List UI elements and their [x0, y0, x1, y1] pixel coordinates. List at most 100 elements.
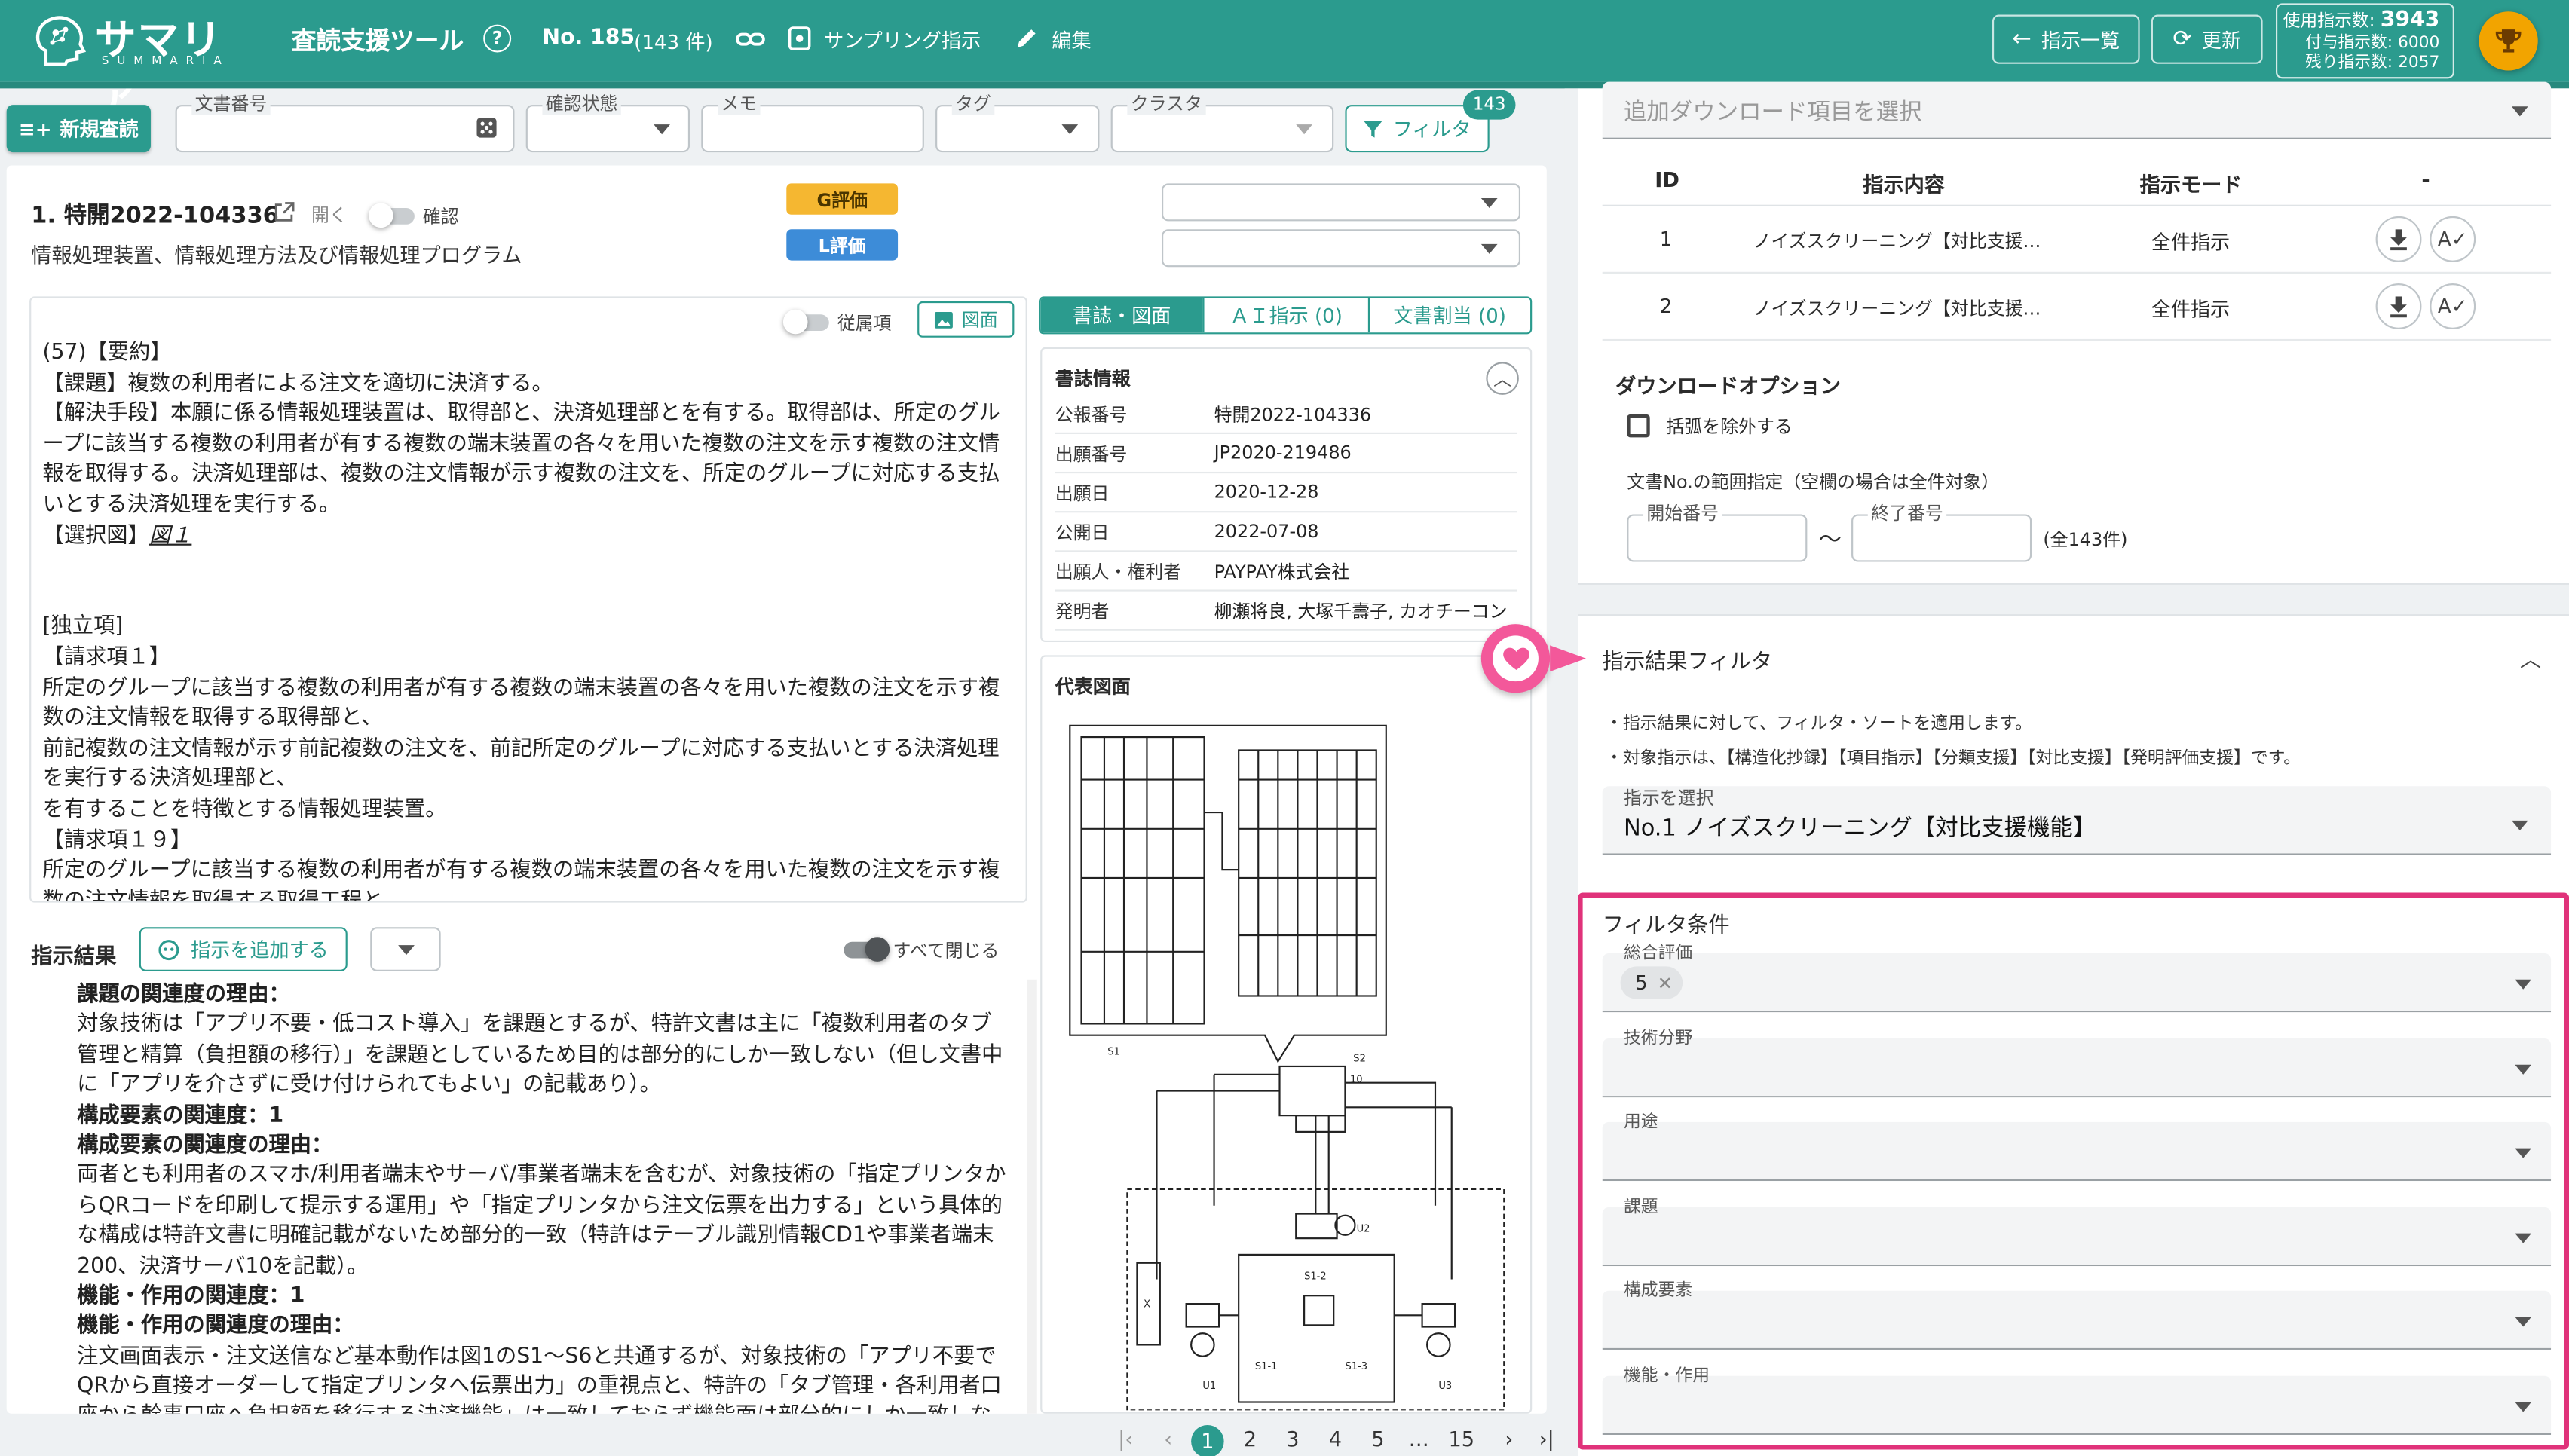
open-label[interactable]: 開く [311, 201, 348, 228]
help-icon[interactable]: ? [483, 24, 512, 53]
prev-page-icon[interactable]: ‹ [1153, 1427, 1183, 1451]
refresh-button[interactable]: ⟳ 更新 [2151, 14, 2263, 64]
right-tabs: 書誌・図面 ＡＩ指示 (0) 文書割当 (0) [1038, 296, 1533, 335]
results-dropdown-caret-icon [398, 945, 415, 956]
logo[interactable]: サマリア SUMMARIA [32, 13, 262, 123]
next-page-icon[interactable]: › [1494, 1427, 1523, 1451]
l-eval-badge[interactable]: L評価 [786, 229, 899, 261]
image-icon [934, 310, 953, 328]
refresh-icon: ⟳ [2172, 26, 2192, 53]
page-number[interactable]: 5 [1363, 1427, 1392, 1451]
filter-field-caret-icon [2515, 1233, 2532, 1243]
open-external-icon[interactable] [274, 201, 295, 222]
abstract-line: を実行する決済処理部と、 [42, 766, 298, 792]
edit-pencil-icon[interactable] [1014, 26, 1039, 51]
abstract-line: 報を取得する。決済処理部は、複数の注文情報が示す複数の注文を、所定のグループに対… [42, 462, 1000, 488]
filter-field[interactable] [1602, 1375, 2552, 1435]
memo-label: メモ [717, 94, 761, 115]
result-text-line: 注文画面表示・注文送信など基本動作は図1のS1〜S6と共通するが、対象技術の「ア… [77, 1344, 997, 1369]
download-icon[interactable] [2375, 283, 2422, 329]
last-page-icon[interactable]: ›| [1532, 1427, 1561, 1451]
robot-icon [159, 939, 180, 960]
filter-field-caret-icon [2515, 1063, 2532, 1074]
g-eval-select[interactable] [1162, 183, 1521, 222]
confirm-toggle[interactable] [369, 203, 415, 228]
filter-field[interactable] [1602, 1038, 2552, 1097]
abstract-line: 所定のグループに該当する複数の利用者が有する複数の端末装置の各々を用いた複数の注… [42, 858, 1000, 883]
sampling-icon[interactable] [788, 26, 811, 51]
add-instruction-button[interactable]: 指示を追加する [139, 927, 348, 971]
page-number[interactable]: 4 [1321, 1427, 1350, 1451]
results-title: 指示結果 [31, 945, 117, 970]
abstract-line: 【請求項１】 [42, 645, 171, 670]
usage-remaining-value: 2057 [2398, 54, 2440, 72]
usage-box: 使用指示数: 3943 付与指示数: 6000 残り指示数: 2057 [2275, 3, 2454, 79]
edit-link[interactable]: 編集 [1052, 26, 1091, 54]
filter-field[interactable] [1602, 1291, 2552, 1350]
close-all-toggle[interactable] [844, 937, 890, 962]
svg-text:S2: S2 [1353, 1053, 1366, 1064]
link-icon[interactable] [736, 26, 765, 53]
spellcheck-icon[interactable]: A✓ [2430, 216, 2476, 262]
select-instruction-value: No.1 ノイズスクリーニング【対比支援機能】 [1623, 815, 2096, 843]
g-eval-badge[interactable]: G評価 [786, 183, 899, 215]
filter-field[interactable] [1602, 1207, 2552, 1266]
result-heading-line: 構成要素の関連度：1 [77, 1103, 284, 1128]
spellcheck-icon[interactable]: A✓ [2430, 283, 2476, 329]
filter-chip-value: 5 [1635, 971, 1648, 995]
chip-remove-icon[interactable]: ✕ [1658, 972, 1673, 993]
usage-used-value: 3943 [2380, 8, 2440, 33]
page-number[interactable]: 2 [1236, 1427, 1265, 1451]
select-instruction-caret-icon [2511, 820, 2528, 830]
patent-figure-drawing[interactable]: 10 S2 S1 U1 U3 U2 S1-1 S1-3 S1-2 X [1058, 714, 1517, 1411]
app-header: サマリア SUMMARIA 査読支援ツール ? No. 185 (143 件) … [0, 0, 2569, 123]
filter-chip[interactable]: 5 ✕ [1620, 966, 1683, 999]
tab-biblio-figure[interactable]: 書誌・図面 [1040, 298, 1204, 333]
cluster-label: クラスタ [1127, 94, 1206, 115]
svg-text:S1: S1 [1107, 1047, 1120, 1058]
biblio-key: 出願日 [1055, 482, 1110, 504]
download-icon[interactable] [2375, 216, 2422, 262]
result-filter-collapse-icon[interactable]: ︿ [2520, 642, 2541, 674]
figure-button[interactable]: 図面 [917, 301, 1015, 338]
result-text-line: に「アプリを介さずに受け付けられてもよい」の記載あり）。 [77, 1073, 661, 1098]
l-eval-select[interactable] [1162, 229, 1521, 268]
tab-doc-assign[interactable]: 文書割当 (0) [1367, 298, 1530, 333]
biblio-value: JP2020-219486 [1214, 442, 1352, 464]
result-filter-note-2: ・対象指示は、【構造化抄録】【項目指示】【分類支援】【対比支援】【発明評価支援】… [1606, 748, 2301, 769]
subordinate-toggle[interactable] [782, 309, 829, 335]
result-heading-line: 機能・作用の関連度：1 [77, 1283, 305, 1309]
right-panel-divider [1564, 88, 1578, 1456]
row-mode: 全件指示 [2151, 298, 2231, 322]
abstract-line [43, 552, 1026, 583]
new-review-button[interactable]: ≡+ 新規査読 [6, 105, 151, 153]
row-mode: 全件指示 [2151, 231, 2231, 254]
results-scrollbar[interactable] [1027, 979, 1037, 1414]
svg-text:U1: U1 [1202, 1381, 1216, 1392]
funnel-icon [1364, 120, 1382, 137]
abstract-line: 前記複数の注文情報が示す前記複数の注文を、前記所定のグループに対応する支払いとす… [42, 736, 1000, 762]
th-actions: - [2421, 167, 2430, 192]
row-id: 2 [1659, 295, 1673, 318]
filter-field-caret-icon [2515, 1402, 2532, 1412]
th-mode: 指示モード [2139, 172, 2243, 197]
instruction-list-button[interactable]: ← 指示一覧 [1992, 14, 2140, 64]
cluster-caret-icon [1296, 124, 1312, 135]
page-number[interactable]: 1 [1191, 1424, 1224, 1456]
filter-field[interactable] [1602, 1122, 2552, 1182]
collapse-up-icon[interactable]: ︿ [1486, 362, 1519, 395]
page-number[interactable]: 15 [1447, 1427, 1476, 1451]
heart-pointer [1550, 645, 1586, 672]
sampling-instruction[interactable]: サンプリング指示 [824, 26, 981, 54]
favorite-heart-button[interactable] [1480, 624, 1551, 693]
page-number[interactable]: 3 [1278, 1427, 1307, 1451]
biblio-row: 出願番号 JP2020-219486 [1055, 434, 1517, 474]
trophy-button[interactable] [2479, 11, 2538, 71]
filter-field[interactable] [1602, 953, 2552, 1013]
first-page-icon[interactable]: |‹ [1111, 1427, 1141, 1451]
exclude-brackets-checkbox[interactable] [1627, 414, 1650, 438]
figure-ref-link[interactable]: 図１ [149, 524, 192, 549]
tab-ai-instruction[interactable]: ＡＩ指示 (0) [1203, 298, 1367, 333]
dice-icon[interactable] [475, 116, 498, 139]
biblio-title: 書誌情報 [1055, 366, 1131, 390]
